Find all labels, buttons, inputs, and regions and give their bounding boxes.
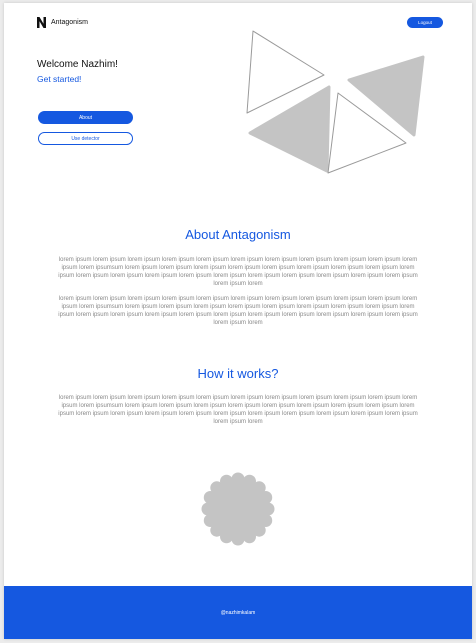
use-detector-button[interactable]: Use detector <box>38 132 133 145</box>
about-heading: About Antagonism <box>185 227 291 242</box>
brand-logo[interactable]: Antagonism <box>37 17 88 28</box>
brand-name: Antagonism <box>51 19 88 26</box>
about-paragraph-2: lorem ipsum lorem ipsum lorem ipsum lore… <box>58 296 418 326</box>
triangles-illustration <box>246 30 425 174</box>
footer-handle[interactable]: @nazhimkalam <box>221 610 256 616</box>
how-it-works-heading: How it works? <box>197 366 279 381</box>
get-started-text: Get started! <box>37 74 82 84</box>
footer: @nazhimkalam <box>4 586 472 639</box>
page: Antagonism Logout Welcome Nazhim! Get st… <box>4 3 472 639</box>
about-paragraph-1: lorem ipsum lorem ipsum lorem ipsum lore… <box>58 257 418 287</box>
about-button[interactable]: About <box>38 111 133 124</box>
scalloped-flower-shape <box>201 472 275 546</box>
welcome-heading: Welcome Nazhim! <box>37 59 118 70</box>
n-logo-icon <box>37 17 46 28</box>
how-it-works-paragraph: lorem ipsum lorem ipsum lorem ipsum lore… <box>58 395 418 425</box>
